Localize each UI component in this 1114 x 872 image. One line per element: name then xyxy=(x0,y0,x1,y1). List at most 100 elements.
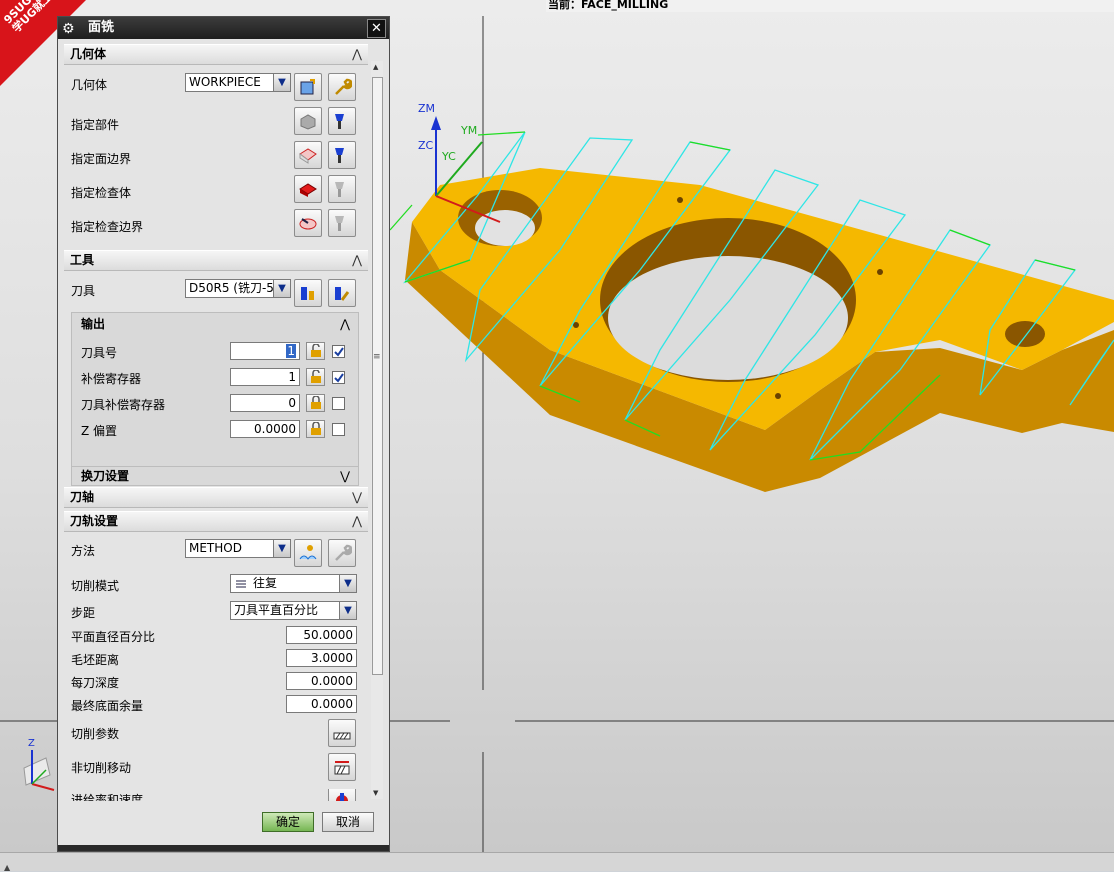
feeds-icon xyxy=(336,793,348,801)
status-arrow-icon: ▲ xyxy=(4,863,11,872)
select-part-button[interactable] xyxy=(294,107,322,135)
edit-tool-icon xyxy=(335,287,350,301)
ok-button[interactable]: 确定 xyxy=(262,812,314,832)
blank-distance-value: 3.0000 xyxy=(311,651,353,665)
select-check-body-button[interactable] xyxy=(294,175,322,203)
tool-change-group-header[interactable]: 换刀设置 ⋁ xyxy=(71,466,359,486)
z-offset-input[interactable]: 0.0000 xyxy=(230,420,300,438)
adjust-register-checkbox[interactable] xyxy=(332,371,345,384)
scroll-down-icon[interactable]: ▼ xyxy=(373,789,378,797)
flat-diameter-input[interactable]: 50.0000 xyxy=(286,626,357,644)
axis-label-ym: YM xyxy=(461,124,478,137)
tool-dropdown[interactable]: D50R5 (铣刀-5 ▼ xyxy=(185,279,291,298)
chevron-up-icon: ⋀ xyxy=(352,514,362,528)
z-offset-checkbox[interactable] xyxy=(332,423,345,436)
section-tool-header[interactable]: 工具 ⋀ xyxy=(64,250,368,271)
output-group-header[interactable]: 输出 ⋀ xyxy=(72,313,358,335)
cut-pattern-value: 往复 xyxy=(253,576,278,590)
cancel-button[interactable]: 取消 xyxy=(322,812,374,832)
cut-pattern-label: 切削模式 xyxy=(71,579,120,593)
section-geometry-header[interactable]: 几何体 ⋀ xyxy=(64,44,368,65)
unlock-icon xyxy=(311,370,321,383)
close-button[interactable]: ✕ xyxy=(367,19,386,38)
non-cutting-icon xyxy=(334,761,350,775)
blank-distance-label: 毛坯距离 xyxy=(71,653,120,667)
zig-zag-icon xyxy=(236,580,246,588)
tool-number-label: 刀具号 xyxy=(81,346,118,360)
lock-icon xyxy=(311,396,321,409)
z-offset-value: 0.0000 xyxy=(254,422,296,436)
non-cutting-button[interactable] xyxy=(328,753,356,781)
axis-label-zm: ZM xyxy=(418,102,436,115)
new-geometry-button[interactable] xyxy=(294,73,322,101)
edit-method-button[interactable] xyxy=(328,539,356,567)
stepover-value: 刀具平直百分比 xyxy=(234,603,319,617)
depth-per-cut-label: 每刀深度 xyxy=(71,676,120,690)
feeds-button[interactable] xyxy=(328,789,356,801)
part-icon xyxy=(300,114,316,130)
new-method-button[interactable] xyxy=(294,539,322,567)
cutting-params-label: 切削参数 xyxy=(71,727,120,741)
flat-diameter-label: 平面直径百分比 xyxy=(71,630,156,644)
tool-value: D50R5 (铣刀-5 xyxy=(189,281,274,295)
new-geometry-icon xyxy=(300,79,315,95)
select-face-boundary-button[interactable] xyxy=(294,141,322,169)
display-face-boundary-button[interactable] xyxy=(328,141,356,169)
adjust-register-input[interactable]: 1 xyxy=(230,368,300,386)
cutcom-register-checkbox[interactable] xyxy=(332,397,345,410)
chevron-down-icon: ▼ xyxy=(273,280,290,297)
dialog-bottom-border xyxy=(58,845,389,851)
depth-per-cut-input[interactable]: 0.0000 xyxy=(286,672,357,690)
cut-pattern-dropdown[interactable]: 往复 ▼ xyxy=(230,574,357,593)
edit-tool-button[interactable] xyxy=(328,279,356,307)
geometry-dropdown[interactable]: WORKPIECE ▼ xyxy=(185,73,291,92)
tool-number-checkbox[interactable] xyxy=(332,345,345,358)
final-floor-input[interactable]: 0.0000 xyxy=(286,695,357,713)
adjust-register-label: 补偿寄存器 xyxy=(81,372,142,386)
tool-number-lock-button[interactable] xyxy=(306,342,325,360)
adjust-register-lock-button[interactable] xyxy=(306,368,325,386)
new-tool-button[interactable] xyxy=(294,279,322,307)
select-check-boundary-button[interactable] xyxy=(294,209,322,237)
lock-icon xyxy=(311,422,321,435)
edit-geometry-button[interactable] xyxy=(328,73,356,101)
checkmark-icon xyxy=(334,373,344,383)
section-path-title: 刀轨设置 xyxy=(70,514,119,528)
cutcom-register-lock-button[interactable] xyxy=(306,394,325,412)
check-body-icon xyxy=(299,183,317,197)
view-triad-icon xyxy=(23,750,55,791)
chevron-down-icon: ▼ xyxy=(339,575,356,592)
flashlight-icon xyxy=(335,148,344,163)
section-geometry-title: 几何体 xyxy=(70,47,107,61)
cutcom-register-label: 刀具补偿寄存器 xyxy=(81,398,166,412)
scroll-up-icon[interactable]: ▲ xyxy=(373,63,378,71)
method-dropdown[interactable]: METHOD ▼ xyxy=(185,539,291,558)
display-part-button[interactable] xyxy=(328,107,356,135)
tool-number-value: 1 xyxy=(286,344,296,358)
dialog-scrollbar[interactable]: ▲ ▼ xyxy=(371,61,383,799)
status-bar: ▲ xyxy=(0,852,1114,872)
flashlight-disabled-icon xyxy=(335,182,344,197)
final-floor-value: 0.0000 xyxy=(311,697,353,711)
cutcom-register-value: 0 xyxy=(288,396,296,410)
adjust-register-value: 1 xyxy=(288,370,296,384)
display-check-body-button[interactable] xyxy=(328,175,356,203)
method-value: METHOD xyxy=(189,541,242,555)
cutcom-register-input[interactable]: 0 xyxy=(230,394,300,412)
blank-distance-input[interactable]: 3.0000 xyxy=(286,649,357,667)
z-offset-label: Z 偏置 xyxy=(81,424,118,438)
flat-diameter-value: 50.0000 xyxy=(303,628,353,642)
tool-number-input[interactable]: 1 xyxy=(230,342,300,360)
chevron-down-icon: ▼ xyxy=(273,540,290,557)
section-path-header[interactable]: 刀轨设置 ⋀ xyxy=(64,511,368,532)
display-check-boundary-button[interactable] xyxy=(328,209,356,237)
flashlight-disabled-icon xyxy=(335,216,344,231)
section-axis-header[interactable]: 刀轴 ⋁ xyxy=(64,487,368,508)
z-offset-lock-button[interactable] xyxy=(306,420,325,438)
cutting-params-button[interactable] xyxy=(328,719,356,747)
gear-icon[interactable]: ⚙ xyxy=(62,18,75,40)
scrollbar-thumb[interactable] xyxy=(372,77,383,675)
resize-grip-icon[interactable]: ≡ xyxy=(373,352,381,362)
dialog-titlebar[interactable]: ⚙ 面铣 ✕ xyxy=(58,17,389,39)
stepover-dropdown[interactable]: 刀具平直百分比 ▼ xyxy=(230,601,357,620)
